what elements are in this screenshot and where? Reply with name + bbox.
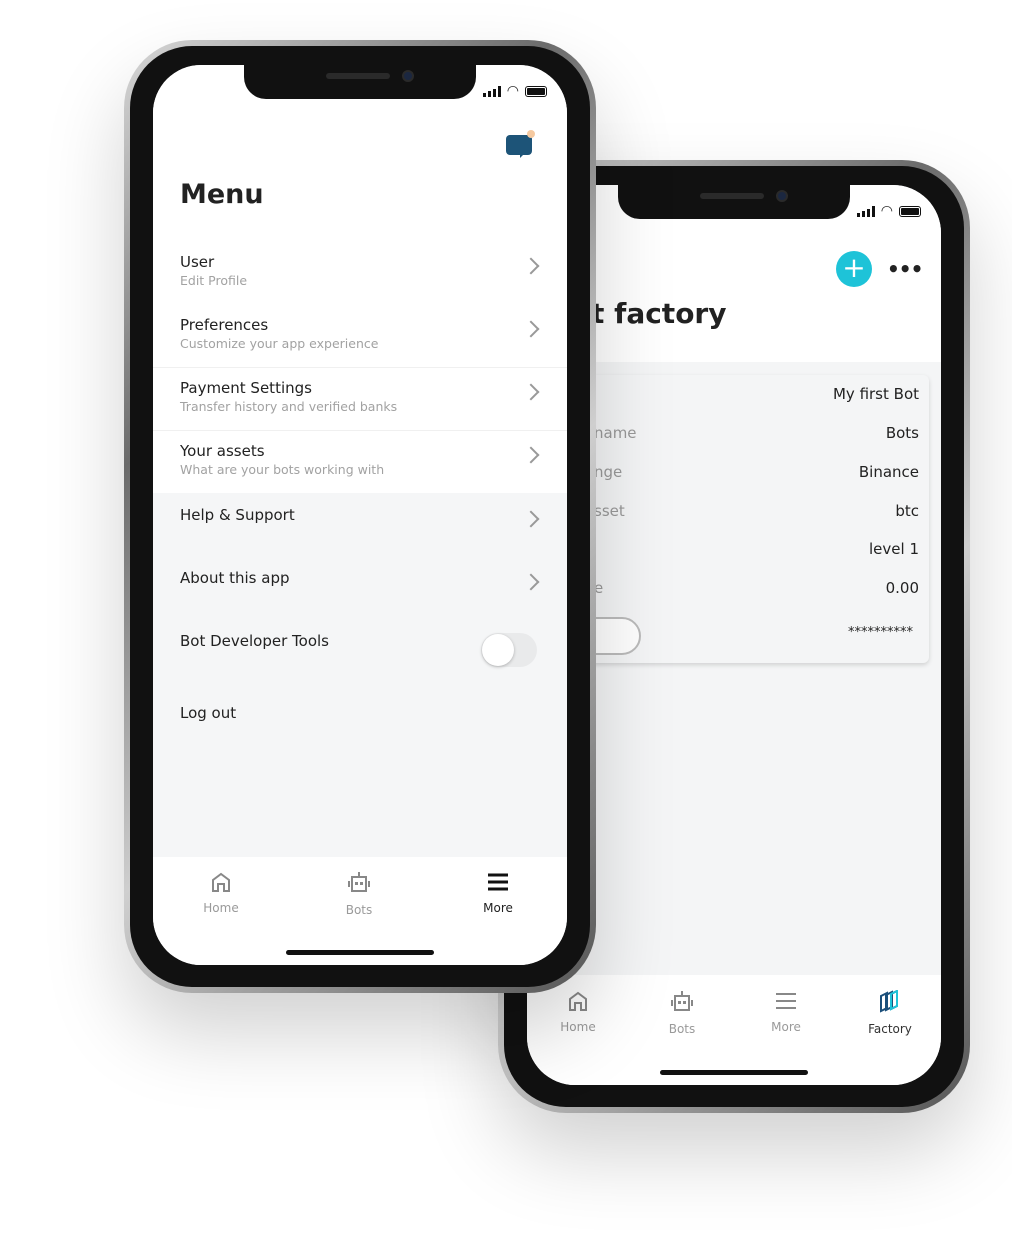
battery-icon [525,85,547,97]
bottom-nav: Home Bots More [153,857,567,965]
nav-home[interactable]: Home [533,990,623,1034]
home-icon [212,872,230,892]
chat-bubble-icon[interactable] [506,130,535,158]
menu-icon [488,873,508,891]
page-title: t factory [591,297,727,330]
nav-bots[interactable]: Bots [637,990,727,1036]
wifi-icon: ◠ [506,83,519,99]
chevron-right-icon [522,257,540,275]
menu-item-about[interactable]: About this app [153,558,567,621]
chevron-right-icon [522,510,540,528]
menu-item-bot-developer-tools: Bot Developer Tools [153,621,567,684]
robot-icon [671,991,693,1011]
chevron-right-icon [522,446,540,464]
chevron-right-icon [522,383,540,401]
menu-item-preferences[interactable]: Preferences Customize your app experience [153,305,567,368]
home-indicator[interactable] [286,950,434,955]
menu-icon [776,993,796,1009]
wifi-icon: ◠ [880,203,893,219]
menu-item-your-assets[interactable]: Your assets What are your bots working wi… [153,431,567,494]
menu-item-payment-settings[interactable]: Payment Settings Transfer history and ver… [153,368,567,431]
nav-more[interactable]: More [741,990,831,1034]
more-options-button[interactable]: ••• [887,257,923,281]
page-title: Menu [180,179,264,210]
plus-icon: + [842,251,866,284]
bottom-nav: Home Bots More Factory [527,975,941,1085]
signal-icon [856,205,875,217]
home-indicator[interactable] [660,1070,808,1075]
menu-item-log-out[interactable]: Log out [153,693,567,756]
signal-icon [482,85,501,97]
menu-item-user[interactable]: User Edit Profile [153,242,567,305]
nav-bots[interactable]: Bots [314,871,404,917]
menu-item-help-support[interactable]: Help & Support [153,495,567,558]
add-bot-button[interactable]: + [836,251,872,287]
nav-home[interactable]: Home [176,871,266,915]
robot-icon [348,872,370,892]
battery-icon [899,205,921,217]
home-icon [569,991,587,1011]
status-bar: ◠ [482,83,547,99]
chevron-right-icon [522,573,540,591]
factory-icon [880,990,898,1013]
developer-tools-toggle[interactable] [481,633,537,667]
status-bar: ◠ [856,203,921,219]
nav-factory[interactable]: Factory [845,990,935,1036]
nav-more[interactable]: More [453,871,543,915]
chevron-right-icon [522,320,540,338]
front-phone-screen: ◠ Menu User Edit Profile Preferences Custo… [153,65,567,965]
